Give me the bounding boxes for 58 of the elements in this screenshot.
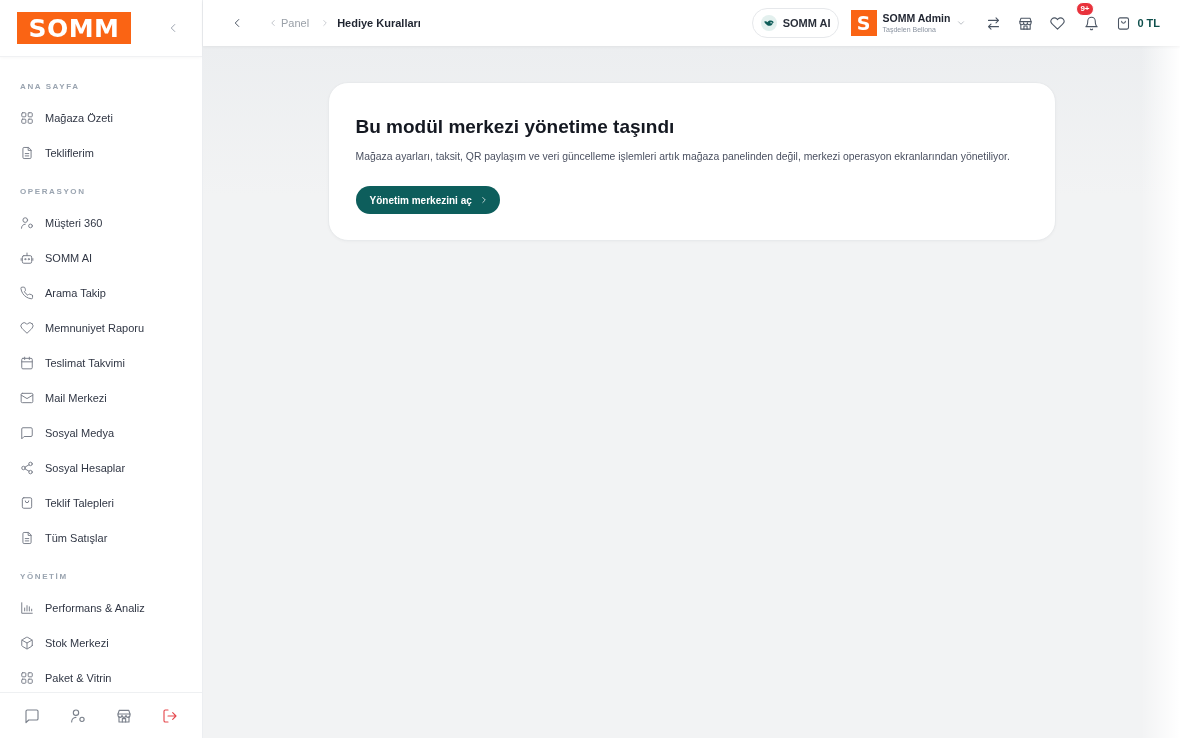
document-icon — [20, 530, 34, 545]
bag-icon — [20, 495, 34, 510]
notice-text: Mağaza ayarları, taksit, QR paylaşım ve veri güncelleme işlemleri artık mağaza panelinden değil, merkezi operasyon ekranlarından yönetiliyor. — [355, 150, 1010, 164]
sidebar-item[interactable]: Paket & Vitrin — [0, 660, 202, 692]
favorites-button[interactable] — [1050, 15, 1066, 31]
sidebar-item[interactable]: Tüm Satışlar — [0, 520, 202, 555]
assistant-button[interactable]: SOMM AI — [751, 8, 839, 38]
sidebar-item[interactable]: Teklif Talepleri — [0, 485, 202, 520]
sidebar-item[interactable]: Sosyal Hesaplar — [0, 450, 202, 485]
cart-button[interactable]: 0 TL — [1116, 15, 1160, 31]
sidebar-item[interactable]: Memnuniyet Raporu — [0, 310, 202, 345]
logo: SOMM — [17, 12, 131, 44]
cube-icon — [20, 635, 34, 650]
share-icon — [20, 460, 34, 475]
sidebar-item[interactable]: Teslimat Takvimi — [0, 345, 202, 380]
switch-button[interactable] — [986, 15, 1002, 31]
bell-icon — [1084, 15, 1100, 31]
heart-icon — [1050, 15, 1066, 31]
phone-icon — [20, 285, 34, 300]
user-icon — [70, 707, 86, 724]
bar-chart-icon — [20, 600, 34, 615]
sidebar-item[interactable]: Sosyal Medya — [0, 415, 202, 450]
ai-logo-icon — [760, 15, 777, 31]
sidebar-item[interactable]: SOMM AI — [0, 240, 202, 275]
sidebar-item[interactable]: Performans & Analiz — [0, 590, 202, 625]
sidebar-item[interactable]: Stok Merkezi — [0, 625, 202, 660]
grid-icon — [20, 110, 34, 125]
user-icon — [20, 215, 34, 230]
sidebar-item[interactable]: Arama Takip — [0, 275, 202, 310]
section-heading: YÖNETİM — [20, 572, 68, 582]
section-heading: OPERASYON — [20, 187, 86, 197]
sidebar-item[interactable]: Müşteri 360 — [0, 205, 202, 240]
notifications-button[interactable] — [1084, 15, 1100, 31]
section-heading: ANA SAYFA — [20, 82, 80, 92]
document-icon — [20, 145, 34, 160]
notice-title: Bu modül merkezi yönetime taşındı — [355, 115, 675, 139]
avatar: S — [850, 10, 877, 36]
sidebar-item[interactable]: Tekliflerim — [0, 135, 202, 170]
page-title: Hediye Kuralları — [337, 17, 421, 29]
grid-icon — [20, 670, 34, 685]
envelope-icon — [20, 390, 34, 405]
store-icon — [1018, 15, 1034, 31]
heart-icon — [20, 320, 34, 335]
chevron-left-icon — [268, 18, 278, 28]
store-icon — [116, 707, 132, 724]
sidebar-item[interactable]: Mail Merkezi — [0, 380, 202, 415]
calendar-icon — [20, 355, 34, 370]
robot-icon — [20, 250, 34, 265]
swap-arrows-icon — [986, 15, 1002, 31]
open-management-button[interactable]: Yönetim merkezini aç — [355, 186, 500, 214]
sidebar-item[interactable]: Mağaza Özeti — [0, 100, 202, 135]
notification-badge: 9+ — [1076, 1, 1094, 16]
chevron-down-icon — [956, 18, 967, 28]
chat-bubble-icon — [24, 707, 40, 724]
chat-bubble-icon — [20, 425, 34, 440]
store-button[interactable] — [1018, 15, 1034, 31]
logout-icon — [162, 707, 178, 724]
bag-icon — [1116, 15, 1132, 31]
